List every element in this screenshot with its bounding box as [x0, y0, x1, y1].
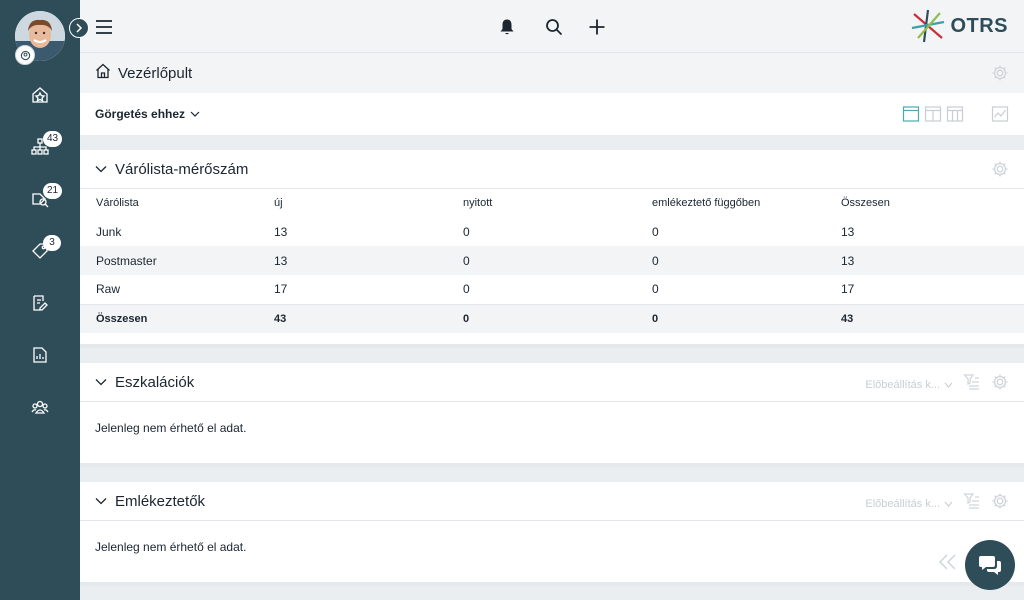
preset-dropdown[interactable]: Előbeállítás k... [865, 498, 953, 510]
cell-open[interactable]: 0 [447, 246, 636, 275]
cell-new[interactable]: 17 [258, 275, 447, 304]
main-content: Vezérlőpult Görgetés ehhez Várólista-mér… [80, 53, 1024, 600]
user-status-icon[interactable] [15, 45, 35, 65]
cell-total-pending[interactable]: 0 [636, 303, 825, 333]
preset-label: Előbeállítás k... [865, 378, 940, 391]
scroll-to-dropdown[interactable]: Görgetés ehhez [95, 107, 185, 121]
preset-dropdown[interactable]: Előbeállítás k... [865, 379, 953, 391]
page-title: Vezérlőpult [118, 64, 193, 82]
widget-settings-gear-icon[interactable] [991, 373, 1009, 396]
top-bar: OTRS [80, 0, 1024, 53]
layout-three-column-icon[interactable] [946, 105, 964, 128]
queue-overview-widget: Várólista-mérőszám Várólista új nyitott … [80, 150, 1024, 348]
search-icon[interactable] [544, 17, 564, 37]
reminders-widget: Emlékeztetők Előbeállítás k... Jelenleg … [80, 482, 1024, 586]
column-header-open[interactable]: nyitott [447, 189, 636, 217]
sidebar-item-tags[interactable]: 3 [0, 233, 80, 273]
cell-total-total[interactable]: 43 [825, 303, 1024, 333]
column-header-total[interactable]: Összesen [825, 189, 1024, 217]
chat-button[interactable] [965, 540, 1015, 590]
dashboard-icon [31, 86, 49, 109]
widget-title: Várólista-mérőszám [115, 160, 249, 178]
chevron-down-icon[interactable] [95, 378, 107, 386]
layout-one-column-icon[interactable] [902, 105, 920, 128]
sidebar-collapse-button[interactable] [69, 18, 89, 38]
cell-open[interactable]: 0 [447, 275, 636, 304]
escalations-header[interactable]: Eszkalációk Előbeállítás k... [80, 363, 1024, 402]
filter-list-icon[interactable] [963, 373, 981, 396]
cell-new[interactable]: 13 [258, 246, 447, 275]
widget-title: Emlékeztetők [115, 492, 206, 510]
table-row[interactable]: Junk 13 0 0 13 [80, 217, 1024, 246]
cell-pending[interactable]: 0 [636, 246, 825, 275]
chevron-down-icon [944, 501, 953, 507]
cell-pending[interactable]: 0 [636, 217, 825, 246]
chevron-down-icon[interactable] [95, 165, 107, 173]
escalations-widget: Eszkalációk Előbeállítás k... Jelenleg n… [80, 363, 1024, 467]
edit-note-icon [31, 294, 49, 317]
report-icon [31, 346, 49, 369]
widget-title: Eszkalációk [115, 373, 195, 391]
add-icon[interactable] [587, 17, 607, 37]
sidebar-item-search-tickets[interactable]: 21 [0, 181, 80, 221]
queues-badge: 43 [43, 131, 63, 147]
table-total-row: Összesen 43 0 0 43 [80, 303, 1024, 333]
column-header-new[interactable]: új [258, 189, 447, 217]
sidebar-item-new-ticket[interactable] [0, 285, 80, 325]
chevron-down-icon [944, 382, 953, 388]
table-row[interactable]: Postmaster 13 0 0 13 [80, 246, 1024, 275]
cell-pending[interactable]: 0 [636, 275, 825, 304]
cell-queue[interactable]: Raw [80, 275, 258, 304]
column-header-queue[interactable]: Várólista [80, 189, 258, 217]
otrs-logo-text: OTRS [950, 14, 1008, 37]
table-header-row: Várólista új nyitott emlékeztető függőbe… [80, 189, 1024, 217]
cell-total-open[interactable]: 0 [447, 303, 636, 333]
cell-open[interactable]: 0 [447, 217, 636, 246]
preset-label: Előbeállítás k... [865, 497, 940, 510]
notification-bell-icon[interactable] [497, 17, 517, 37]
table-row[interactable]: Raw 17 0 0 17 [80, 275, 1024, 304]
otrs-logo-icon [912, 9, 945, 43]
tags-badge: 3 [43, 235, 61, 251]
sidebar: 43 21 3 [0, 0, 89, 600]
queue-table: Várólista új nyitott emlékeztető függőbe… [80, 189, 1024, 333]
home-icon[interactable] [95, 63, 111, 84]
otrs-logo[interactable]: OTRS [910, 8, 1008, 44]
scroll-to-bar: Görgetés ehhez [80, 93, 1024, 135]
double-chevron-left-icon[interactable] [938, 553, 958, 576]
sidebar-item-queues[interactable]: 43 [0, 129, 80, 169]
queue-overview-header[interactable]: Várólista-mérőszám [80, 150, 1024, 189]
chevron-down-icon[interactable] [95, 497, 107, 505]
sidebar-item-reports[interactable] [0, 337, 80, 377]
cell-total[interactable]: 13 [825, 217, 1024, 246]
cell-total-label: Összesen [80, 303, 258, 333]
chat-bubbles-icon [978, 554, 1002, 576]
customers-icon [31, 398, 49, 421]
cell-total[interactable]: 17 [825, 275, 1024, 304]
filter-list-icon[interactable] [963, 492, 981, 515]
layout-two-column-icon[interactable] [924, 105, 942, 128]
layout-switcher [902, 105, 964, 128]
column-header-pending-reminder[interactable]: emlékeztető függőben [636, 189, 825, 217]
no-data-message: Jelenleg nem érhető el adat. [95, 540, 247, 554]
search-tickets-badge: 21 [43, 183, 63, 199]
sidebar-item-customers[interactable] [0, 389, 80, 429]
breadcrumb: Vezérlőpult [80, 53, 1024, 93]
widget-settings-gear-icon[interactable] [991, 492, 1009, 515]
statistics-icon[interactable] [991, 105, 1009, 128]
no-data-message: Jelenleg nem érhető el adat. [95, 421, 247, 435]
dashboard-settings-gear-icon[interactable] [991, 64, 1009, 87]
cell-new[interactable]: 13 [258, 217, 447, 246]
widget-settings-gear-icon[interactable] [991, 160, 1009, 183]
reminders-header[interactable]: Emlékeztetők Előbeállítás k... [80, 482, 1024, 521]
sidebar-item-dashboard[interactable] [0, 77, 80, 117]
cell-total[interactable]: 13 [825, 246, 1024, 275]
cell-queue[interactable]: Postmaster [80, 246, 258, 275]
cell-queue[interactable]: Junk [80, 217, 258, 246]
menu-icon[interactable] [94, 17, 114, 37]
chevron-down-icon[interactable] [190, 110, 200, 118]
cell-total-new[interactable]: 43 [258, 303, 447, 333]
